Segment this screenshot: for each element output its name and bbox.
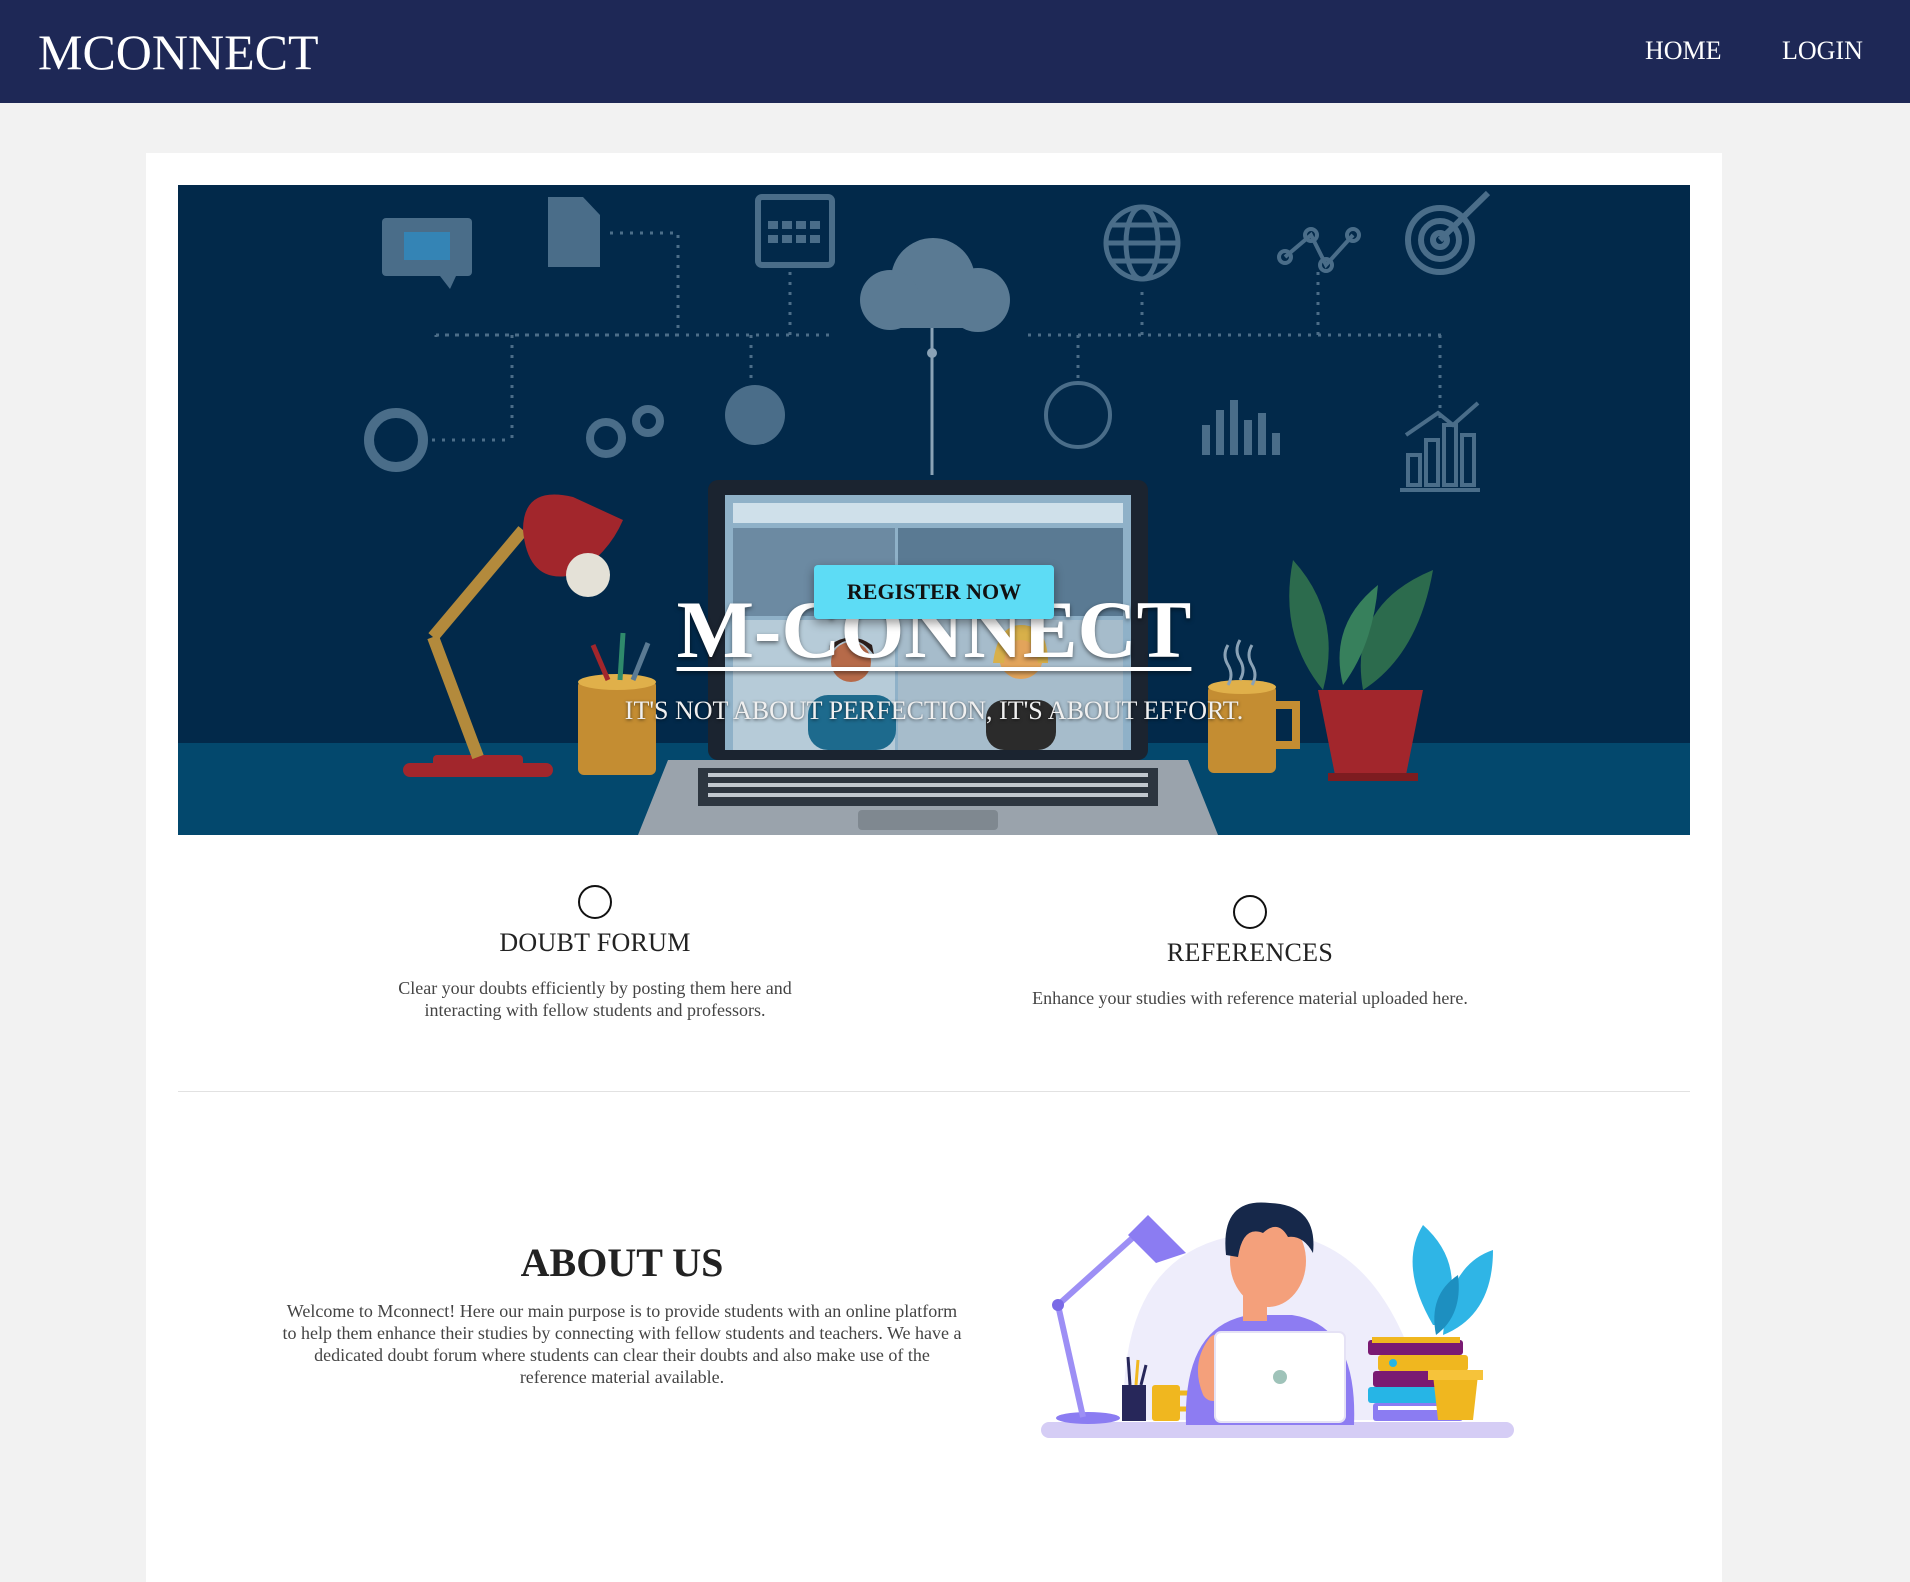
section-divider — [178, 1091, 1690, 1092]
about-heading: ABOUT US — [520, 1240, 724, 1285]
feature-description: Clear your doubts efficiently by posting… — [398, 978, 792, 1020]
hero-tagline: IT'S NOT ABOUT PERFECTION, IT'S ABOUT EF… — [624, 696, 1244, 725]
feature-description: Enhance your studies with reference mate… — [1032, 988, 1468, 1008]
nav-login-link[interactable]: LOGIN — [1782, 34, 1863, 68]
about-body: Welcome to Mconnect! Here our main purpo… — [282, 1301, 962, 1387]
feature-title: REFERENCES — [1166, 938, 1334, 967]
brand-logo[interactable]: MCONNECT — [38, 22, 319, 82]
student-laptop-illustration — [1041, 1202, 1514, 1438]
circle-icon — [1233, 895, 1267, 929]
feature-doubt-forum[interactable]: DOUBT FORUM Clear your doubts efficientl… — [360, 885, 830, 1021]
circle-icon — [578, 885, 612, 919]
feature-references[interactable]: REFERENCES Enhance your studies with ref… — [1000, 895, 1500, 1009]
nav-home-link[interactable]: HOME — [1645, 34, 1722, 68]
hero-illustration — [178, 190, 1690, 835]
hero-banner: M-CONNECT IT'S NOT ABOUT PERFECTION, IT'… — [178, 185, 1690, 835]
about-section: ABOUT US Welcome to Mconnect! Here our m… — [280, 1240, 964, 1388]
feature-title: DOUBT FORUM — [499, 928, 691, 957]
register-now-button[interactable]: REGISTER NOW — [814, 565, 1054, 619]
top-navbar: MCONNECT HOME LOGIN — [0, 0, 1910, 103]
